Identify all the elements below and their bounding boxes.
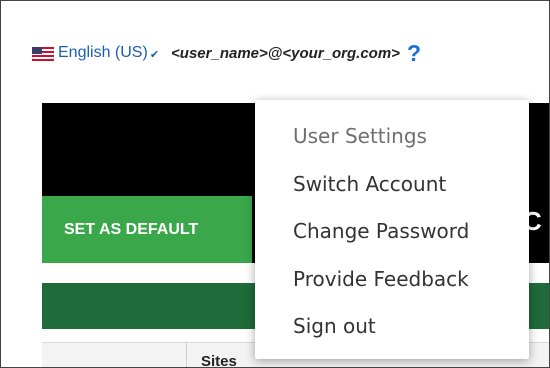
chevron-down-icon[interactable]: ✔: [150, 48, 159, 61]
set-as-default-label: SET AS DEFAULT: [64, 220, 199, 238]
menu-item-switch-account[interactable]: Switch Account: [255, 165, 529, 213]
app-window: English (US) ✔ <user_name>@<your_org.com…: [0, 0, 550, 368]
menu-item-sign-out[interactable]: Sign out: [255, 307, 529, 355]
language-selector[interactable]: English (US) ✔: [32, 44, 159, 62]
us-flag-icon: [32, 47, 54, 61]
menu-item-provide-feedback[interactable]: Provide Feedback: [255, 260, 529, 308]
language-label[interactable]: English (US): [58, 44, 148, 62]
user-dropdown-menu: User Settings Switch Account Change Pass…: [255, 100, 529, 359]
column-header-sites[interactable]: Sites: [201, 353, 237, 367]
user-account-menu[interactable]: <user_name>@<your_org.com>: [171, 45, 400, 62]
menu-item-user-settings[interactable]: User Settings: [255, 117, 529, 165]
set-as-default-button[interactable]: SET AS DEFAULT: [42, 196, 252, 263]
column-divider: [186, 342, 187, 367]
header-bar: English (US) ✔ <user_name>@<your_org.com…: [32, 40, 421, 67]
menu-item-change-password[interactable]: Change Password: [255, 212, 529, 260]
help-icon[interactable]: ?: [407, 40, 421, 67]
